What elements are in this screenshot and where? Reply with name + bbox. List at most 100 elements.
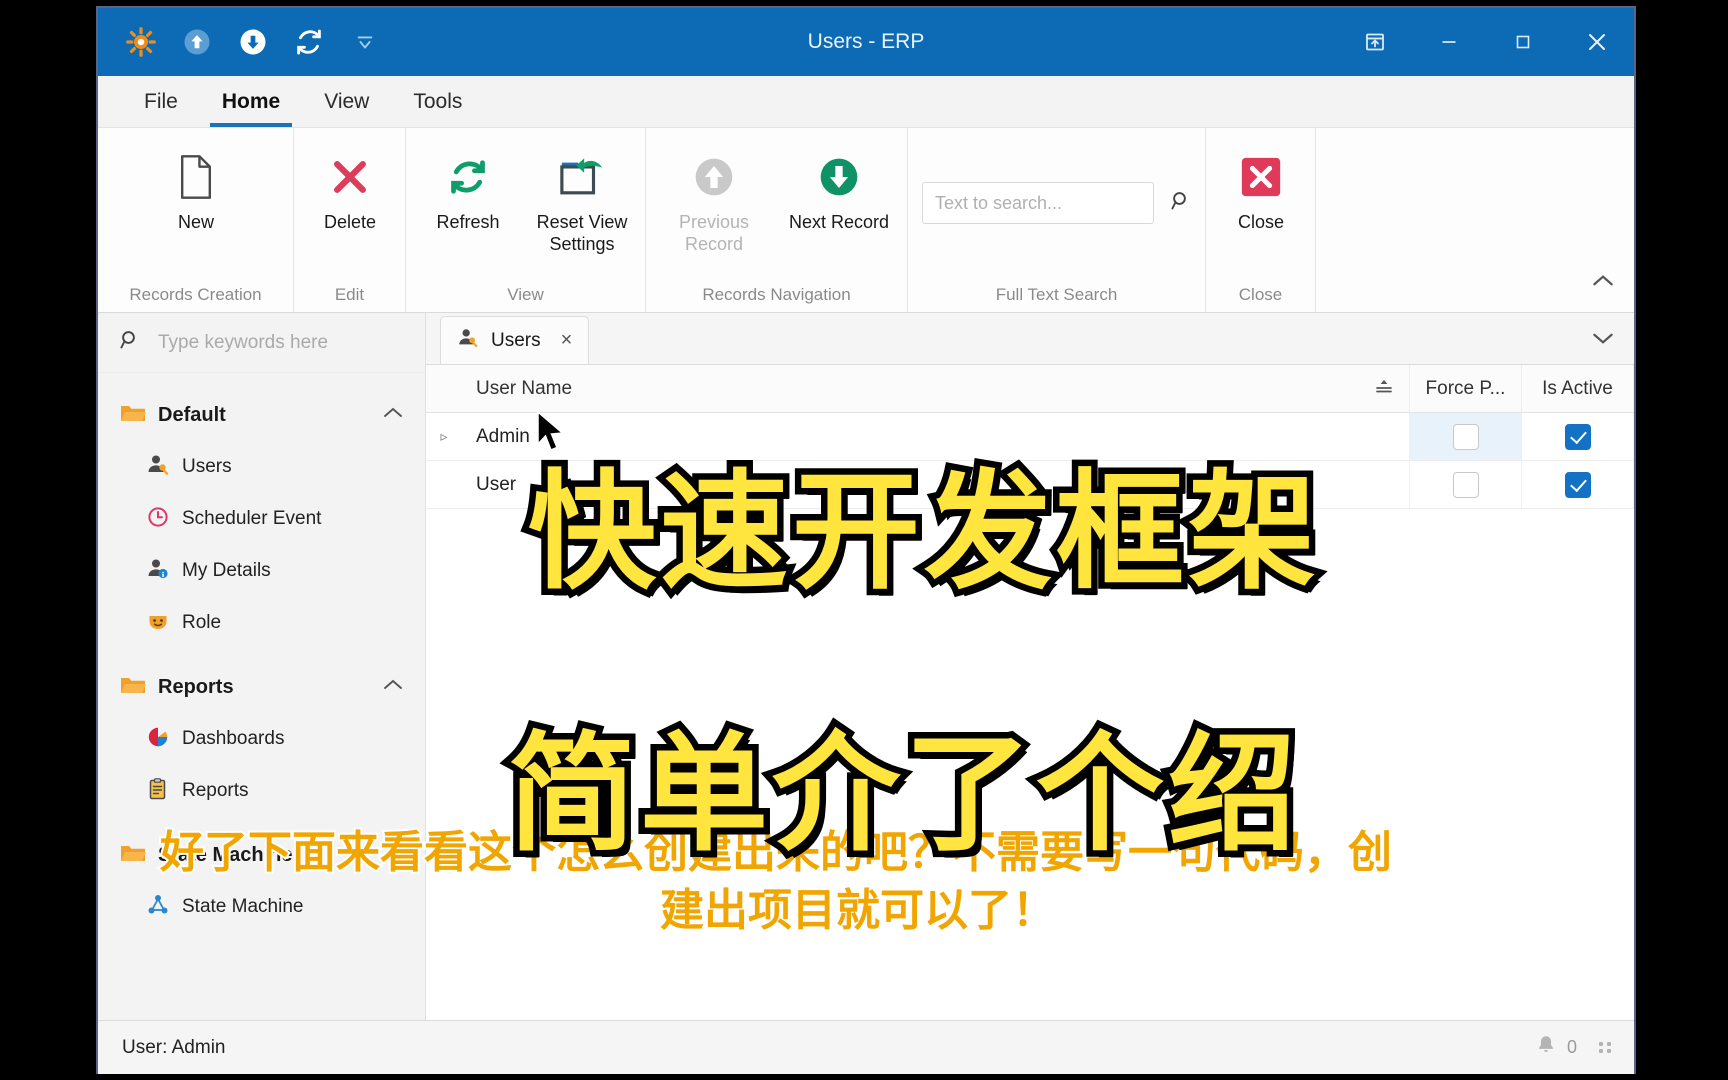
cell-username[interactable]: User [462,461,1410,508]
new-button[interactable]: New [108,142,284,242]
table-row[interactable]: ▹ Admin [426,413,1634,461]
minimize-button[interactable] [1412,8,1486,76]
cell-force-password[interactable] [1410,461,1522,508]
previous-record-button-label: Previous Record [678,212,750,254]
app-logo-icon[interactable] [124,25,158,59]
close-red-icon [1238,150,1284,204]
notification-count: 0 [1566,1037,1577,1057]
data-grid-header: User Name Force P... Is Active [426,365,1634,413]
navigation-sidebar: Default [98,313,426,1020]
checkbox-is-active[interactable] [1564,423,1591,450]
ribbon-group-edit: Delete Edit [294,128,406,312]
arrow-up-circle-icon [692,150,736,204]
full-text-search-box[interactable] [922,182,1186,224]
sidebar-item-dashboards[interactable]: Dashboards [98,713,425,765]
chevron-up-icon[interactable] [381,677,405,698]
checkbox-is-active[interactable] [1564,471,1591,498]
sidebar-item-role[interactable]: Role [98,597,425,649]
restore-down-button[interactable] [1338,8,1412,76]
full-text-search-input[interactable] [933,191,1169,215]
refresh-button[interactable]: Refresh [416,142,520,242]
previous-record-button[interactable]: Previous Record [656,142,772,263]
close-record-button-label: Close [1237,212,1285,232]
resize-grip-icon[interactable] [1599,1042,1612,1053]
reset-view-settings-button[interactable]: Reset View Settings [524,142,640,263]
ribbon: New Records Creation Delete Edit Refresh… [98,128,1634,313]
sidebar-item-label-users: Users [182,456,232,477]
document-tab-strip: Users × [426,313,1634,365]
sidebar-search-input[interactable] [156,330,405,355]
column-header-label-force-password: Force P... [1425,377,1506,399]
cell-is-active[interactable] [1522,461,1634,508]
sidebar-group-reports[interactable]: Reports [98,661,425,713]
status-bar: User: Admin 0 [98,1020,1634,1074]
close-icon[interactable]: × [561,329,573,352]
sidebar-item-scheduler-event[interactable]: Scheduler Event [98,493,425,545]
maximize-button[interactable] [1486,8,1560,76]
ribbon-group-label-view: View [507,285,544,304]
status-notifications[interactable]: 0 [1535,1034,1618,1061]
cell-force-password[interactable] [1410,413,1522,460]
screen: Users - ERP File Home View Tools New Rec… [0,0,1728,1080]
sidebar-item-state-machine[interactable]: State Machine [98,881,425,933]
application-window: Users - ERP File Home View Tools New Rec… [96,6,1636,1074]
delete-button[interactable]: Delete [304,142,396,242]
ribbon-collapse-chevron-up-icon[interactable] [1586,264,1620,298]
row-expander-icon[interactable] [426,461,462,508]
close-button[interactable] [1560,8,1634,76]
new-button-label: New [177,212,214,232]
document-tab-label-users: Users [491,329,541,351]
content-pane: Users × User Name Force P... Is Active ▹… [426,313,1634,1020]
user-key-icon [146,453,170,482]
sidebar-group-state-machine[interactable]: State Machine [98,829,425,881]
sidebar-item-label-scheduler-event: Scheduler Event [182,508,322,529]
sidebar-group-default[interactable]: Default [98,389,425,441]
download-icon[interactable] [236,25,270,59]
table-row[interactable]: User [426,461,1634,509]
next-record-button[interactable]: Next Record [776,142,902,242]
ribbon-tab-strip: File Home View Tools [98,76,1634,128]
sidebar-item-my-details[interactable]: My Details [98,545,425,597]
chevron-down-icon[interactable] [1590,329,1616,352]
folder-icon [120,674,146,701]
sort-indicator-icon[interactable] [1373,376,1395,402]
checkbox-force-password[interactable] [1452,471,1479,498]
ribbon-group-full-text-search: Full Text Search [908,128,1206,312]
state-machine-icon [146,893,170,922]
ribbon-tab-view[interactable]: View [302,77,391,127]
ribbon-group-close: Close Close [1206,128,1316,312]
column-header-username[interactable]: User Name [462,365,1410,412]
close-record-button[interactable]: Close [1216,142,1306,242]
column-header-label-is-active: Is Active [1542,377,1613,399]
sidebar-item-label-dashboards: Dashboards [182,728,285,749]
search-icon [118,328,142,357]
cell-username[interactable]: Admin [462,413,1410,460]
sidebar-group-label-reports: Reports [158,675,234,698]
folder-icon [120,842,146,869]
search-icon[interactable] [1169,189,1193,218]
chevron-up-icon[interactable] [381,845,405,866]
document-tab-users[interactable]: Users × [440,316,590,364]
user-info-icon [146,557,170,586]
refresh-icon[interactable] [292,25,326,59]
ribbon-tab-home[interactable]: Home [200,77,302,127]
quick-access-toolbar [98,25,382,59]
upload-icon[interactable] [180,25,214,59]
ribbon-tab-file[interactable]: File [122,77,200,127]
checkbox-force-password[interactable] [1452,423,1479,450]
sidebar-group-label-default: Default [158,403,226,426]
sidebar-search[interactable] [98,313,425,373]
delete-button-label: Delete [323,212,377,232]
sidebar-item-reports[interactable]: Reports [98,765,425,817]
row-expander-icon[interactable]: ▹ [426,413,462,460]
bell-icon[interactable] [1535,1034,1557,1061]
customize-quick-access-icon[interactable] [348,25,382,59]
column-header-is-active[interactable]: Is Active [1522,365,1634,412]
folder-icon [120,402,146,429]
sidebar-item-users[interactable]: Users [98,441,425,493]
chevron-up-icon[interactable] [381,405,405,426]
ribbon-tab-tools[interactable]: Tools [391,77,484,127]
column-header-label-username: User Name [476,377,573,399]
cell-is-active[interactable] [1522,413,1634,460]
column-header-force-password[interactable]: Force P... [1410,365,1522,412]
